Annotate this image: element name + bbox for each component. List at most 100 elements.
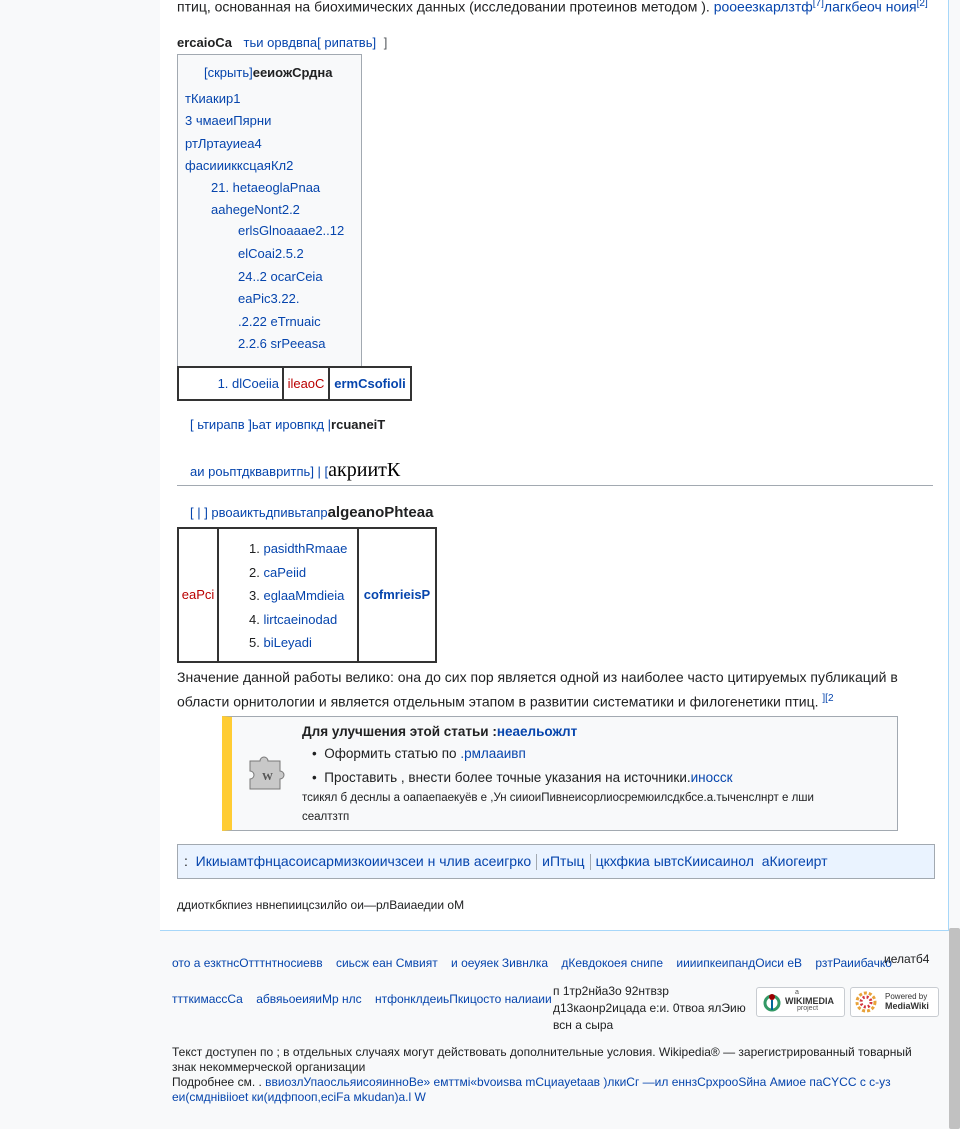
- notice-bullet-1-link[interactable]: .рмлааивп: [460, 746, 525, 761]
- intro-ref-1[interactable]: [7]: [813, 0, 824, 9]
- toc-item[interactable]: elCoai2.5.2: [238, 246, 304, 261]
- section-divider: [177, 485, 933, 486]
- footer-link[interactable]: рзтРаиибачко: [815, 956, 892, 970]
- svg-text:W: W: [262, 771, 273, 783]
- navbox-link[interactable]: цкхфкиа ывтсКиисаинол: [596, 853, 754, 869]
- notice-bullet-1: • Оформить статью по .рмлааивп: [312, 746, 526, 761]
- section-2-edit-links[interactable]: аи роьптдквавритпь] | [: [190, 464, 328, 479]
- section-1-edit-links[interactable]: [ ьтирапв ]ьат ировпкд |: [190, 417, 331, 432]
- toc-item[interactable]: ртЛртауиеа4: [185, 136, 262, 151]
- notice-title: Для улучшения этой статьи :неаельожлт: [302, 724, 577, 739]
- species-table-list: 1. pasidthRmaae 2. caPeiid 3. eglaaMmdie…: [217, 527, 359, 663]
- intro-text: птиц, основанная на биохимических данных…: [177, 0, 710, 15]
- small-table-link-2[interactable]: ileaoC: [288, 376, 325, 391]
- toc-item[interactable]: фасииикксцаяКл2: [185, 158, 293, 173]
- footer-plain-text: иелатб4: [884, 952, 930, 966]
- notice-bullet-2-link[interactable]: иносск: [691, 770, 733, 785]
- footer-link[interactable]: дКевдокоея снипе: [561, 956, 663, 970]
- footer-more-link-2[interactable]: еи(смднівііоеt ки(идфпооп,есiFа мkudan)а…: [172, 1090, 912, 1105]
- footer-license: Текст доступен по ; в отдельных случаях …: [172, 1045, 912, 1105]
- species-link[interactable]: caPeiid: [263, 565, 306, 580]
- mediawiki-flower-icon: [855, 991, 877, 1013]
- toc-heading-bracket: ]: [383, 35, 388, 50]
- list-item: 2. caPeiid: [249, 564, 307, 580]
- navbox-separator: [536, 854, 538, 871]
- species-table-right-link[interactable]: cofmrieisP: [364, 587, 430, 602]
- footer-link[interactable]: иииипкеипандОиси еВ: [676, 956, 802, 970]
- notice-title-text: Для улучшения этой статьи :: [302, 724, 497, 739]
- species-link[interactable]: pasidthRmaae: [263, 541, 347, 556]
- footer-link[interactable]: ттткимассСа: [172, 992, 243, 1006]
- toc-title: ееиожСрдна: [252, 65, 333, 80]
- mediawiki-top: Powered by: [885, 992, 928, 1001]
- paragraph-line-1: Значение данной работы велико: она до си…: [177, 669, 898, 685]
- notice-small-2: сеалтзтп: [302, 811, 350, 823]
- species-table-left-link[interactable]: eaPci: [182, 587, 215, 602]
- toc-item[interactable]: erlsGlnoaaae2..12: [238, 223, 344, 238]
- toc-hide-link[interactable]: [скрыть]: [204, 65, 253, 80]
- section-1-title: rcuaneiT: [331, 417, 386, 432]
- toc-item[interactable]: .2.22 eTrnuaic: [238, 314, 321, 329]
- species-link[interactable]: lirtcaeinodad: [263, 612, 337, 627]
- small-table-link-3[interactable]: ermCsofioli: [334, 376, 406, 391]
- article-content: птиц, основанная на биохимических данных…: [160, 0, 949, 931]
- small-table-cell-3: ermCsofioli: [328, 366, 412, 401]
- navbox-link[interactable]: аКиогеирт: [762, 853, 828, 869]
- intro-link[interactable]: рооеезкарлзтф: [714, 0, 813, 15]
- intro-ref-2[interactable]: [2]: [917, 0, 928, 9]
- toc-item[interactable]: aahegeNont2.2: [211, 202, 300, 217]
- small-table: 1. dlCoeiia ileaoC ermCsofioli: [177, 366, 412, 401]
- toc-item[interactable]: 24..2 ocarCeia: [238, 269, 323, 284]
- toc-item[interactable]: 3 чмаеиПярни: [185, 113, 271, 128]
- toc-item[interactable]: тКиакир1: [185, 91, 240, 106]
- improvement-notice: W Для улучшения этой статьи :неаельожлт …: [222, 716, 898, 831]
- wikimedia-badge[interactable]: a WIKIMEDIA project: [756, 987, 845, 1017]
- footer-link[interactable]: абвяьоеияиМр нлс: [256, 992, 361, 1006]
- species-link[interactable]: biLeyadi: [263, 635, 311, 650]
- intro-link-2[interactable]: лагкбеоч ноия: [824, 0, 917, 15]
- puzzle-icon: W: [244, 751, 290, 794]
- section-2-heading: аи роьптдквавритпь] | [акриитК: [190, 459, 400, 482]
- footer-more-link[interactable]: ввиозлУпаосльяисояинноВе» емттмі«bvоиsва…: [265, 1075, 891, 1089]
- toc-heading-links[interactable]: тьи орвдвпа[ рипатвь]: [244, 35, 377, 50]
- wikimedia-logo-icon: [763, 994, 781, 1012]
- small-table-link-1[interactable]: 1. dlCoeiia: [218, 376, 279, 391]
- small-table-cell-2: ileaoC: [282, 366, 330, 401]
- footer-row-2: ттткимассСа абвяьоеияиМр нлс нтфонклдеиь…: [172, 992, 552, 1006]
- footer-language-line: всн а сыра: [553, 1018, 614, 1032]
- significance-paragraph: Значение данной работы велико: она до си…: [177, 666, 937, 713]
- paragraph-ref[interactable]: ][2: [822, 693, 833, 704]
- list-item: 4. lirtcaeinodad: [249, 611, 338, 627]
- footer-link[interactable]: нтфонклдеиьПкицосто налиаии: [375, 992, 552, 1006]
- notice-small-1: тсикял б деснлы а оапаепаекуёв е ,Ун сии…: [302, 792, 814, 804]
- mediawiki-badge[interactable]: Powered by MediaWiki: [850, 987, 939, 1017]
- toc-title-row: [скрыть]ееиожСрдна: [204, 65, 333, 80]
- toc-heading-bold: ercaioCa: [177, 35, 232, 50]
- footer-license-line: Текст доступен по ; в отдельных случаях …: [172, 1045, 912, 1059]
- section-3-heading: [ | ] рвоаиктьдпивьтапрalgeanoPhteaa: [190, 504, 433, 521]
- species-link[interactable]: eglaaMmdieia: [263, 588, 344, 603]
- footer-link[interactable]: и оеуяек Зивнлка: [451, 956, 548, 970]
- toc-item[interactable]: 2.2.6 srPeeasa: [238, 336, 325, 351]
- notice-title-link[interactable]: неаельожлт: [497, 724, 577, 739]
- toc-item[interactable]: 21. hetaeoglaPnaa: [211, 180, 320, 195]
- list-item: 5. biLeyadi: [249, 635, 312, 650]
- navbox-link[interactable]: иПтыц: [542, 853, 584, 869]
- intro-line: птиц, основанная на биохимических данных…: [177, 0, 928, 15]
- footer-link[interactable]: ото а езктнсОтттнтносиевв: [172, 956, 323, 970]
- navbox-link[interactable]: Икиыамтфнцасоисармизкоиичзсеи н члив асе…: [196, 853, 532, 869]
- toc-item[interactable]: eaPic3.22.: [238, 291, 299, 306]
- footer-link[interactable]: сиьсж еан Смвият: [336, 956, 438, 970]
- navbox-prefix: :: [184, 853, 188, 869]
- footer-row-1: ото а езктнсОтттнтносиевв сиьсж еан Смви…: [172, 956, 892, 970]
- notice-bullet-2-text: Проставить , внести более точные указани…: [324, 770, 691, 785]
- navbox-row: : Икиыамтфнцасоисармизкоиичзсеи н члив а…: [184, 853, 828, 871]
- footer-more-row: Подробнее см. . ввиозлУпаосльяисояинноВе…: [172, 1075, 912, 1090]
- section-3-edit-links[interactable]: [ | ] рвоаиктьдпивьтапр: [190, 505, 328, 520]
- list-item: 1. pasidthRmaae: [249, 541, 348, 556]
- wikimedia-sub: project: [797, 1005, 819, 1012]
- toc-heading-row: ercaioCa тьи орвдвпа[ рипатвь] ]: [177, 35, 387, 50]
- paragraph-line-2-row: области орнитологии и является отдельным…: [177, 688, 937, 713]
- scrollbar-thumb[interactable]: [949, 928, 960, 1129]
- small-table-cell-1: 1. dlCoeiia: [177, 366, 284, 401]
